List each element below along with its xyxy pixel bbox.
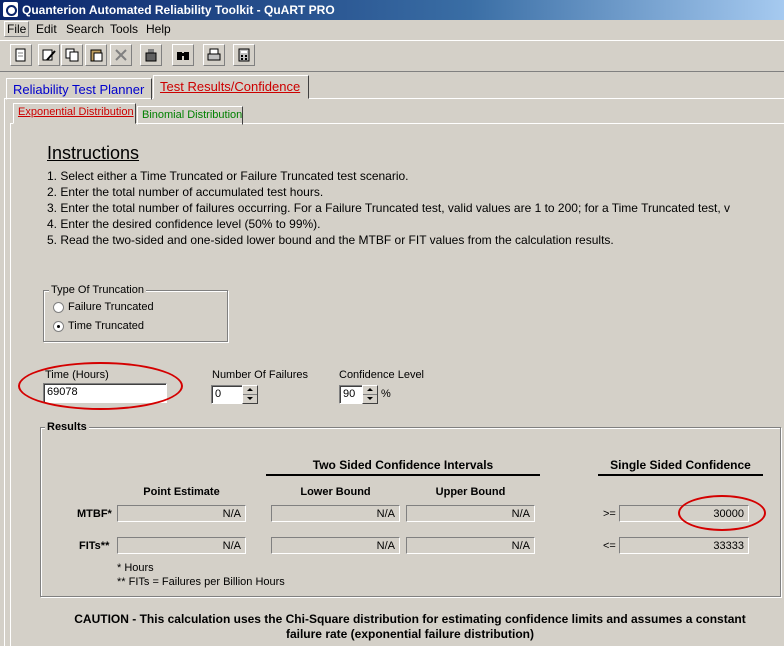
confidence-spinner[interactable] bbox=[362, 385, 378, 404]
title-bar: Quanterion Automated Reliability Toolkit… bbox=[0, 0, 784, 20]
failure-truncated-label[interactable]: Failure Truncated bbox=[68, 301, 154, 313]
radio-time-truncated[interactable] bbox=[53, 321, 64, 332]
app-icon[interactable] bbox=[3, 2, 18, 17]
spinner-down-icon[interactable] bbox=[363, 395, 377, 403]
copy-record-button[interactable] bbox=[61, 44, 83, 66]
truncation-group bbox=[43, 290, 228, 342]
caution-line-1: CAUTION - This calculation uses the Chi-… bbox=[74, 612, 746, 626]
point-estimate-header: Point Estimate bbox=[143, 486, 220, 498]
menu-bar: File Edit Search Tools Help bbox=[0, 20, 784, 38]
tab-exponential-distribution[interactable]: Exponential Distribution bbox=[13, 103, 136, 124]
calculator-icon bbox=[238, 48, 250, 62]
caution-text: CAUTION - This calculation uses the Chi-… bbox=[40, 612, 780, 642]
spinner-down-icon[interactable] bbox=[243, 395, 257, 403]
edit-record-icon bbox=[42, 49, 56, 61]
calculator-button[interactable] bbox=[233, 44, 255, 66]
fits-lower-bound: N/A bbox=[271, 537, 400, 554]
failures-spinner[interactable] bbox=[242, 385, 258, 404]
tab-binomial-distribution[interactable]: Binomial Distribution bbox=[137, 106, 243, 125]
find-button[interactable] bbox=[172, 44, 194, 66]
tab-reliability-test-planner[interactable]: Reliability Test Planner bbox=[6, 78, 152, 100]
single-sided-header: Single Sided Confidence bbox=[610, 458, 751, 472]
radio-failure-truncated[interactable] bbox=[53, 302, 64, 313]
caution-line-2: failure rate (exponential failure distri… bbox=[285, 627, 535, 641]
results-legend: Results bbox=[45, 421, 89, 433]
find-icon bbox=[177, 52, 189, 60]
menu-edit[interactable]: Edit bbox=[36, 22, 57, 36]
window-title: Quanterion Automated Reliability Toolkit… bbox=[22, 3, 335, 17]
save-button[interactable] bbox=[140, 44, 162, 66]
note-fits: ** FITs = Failures per Billion Hours bbox=[117, 576, 285, 588]
fits-upper-bound: N/A bbox=[406, 537, 535, 554]
lower-bound-header: Lower Bound bbox=[300, 486, 371, 498]
print-icon bbox=[207, 48, 221, 61]
highlight-oval-time bbox=[18, 362, 183, 410]
fits-operator: <= bbox=[603, 540, 616, 552]
edit-record-button[interactable] bbox=[38, 44, 60, 66]
spinner-up-icon[interactable] bbox=[363, 386, 377, 395]
fits-point-estimate: N/A bbox=[117, 537, 246, 554]
confidence-level-input[interactable]: 90 bbox=[339, 385, 363, 404]
copy-record-icon bbox=[65, 48, 79, 62]
two-sided-header: Two Sided Confidence Intervals bbox=[312, 458, 494, 472]
truncation-legend: Type Of Truncation bbox=[49, 284, 146, 296]
fits-single-sided: 33333 bbox=[619, 537, 749, 554]
menu-search[interactable]: Search bbox=[66, 22, 104, 36]
instruction-step: 2. Enter the total number of accumulated… bbox=[47, 185, 324, 199]
new-file-button[interactable] bbox=[10, 44, 32, 66]
print-button[interactable] bbox=[203, 44, 225, 66]
menu-file[interactable]: File bbox=[4, 21, 30, 37]
instruction-step: 1. Select either a Time Truncated or Fai… bbox=[47, 169, 409, 183]
instructions-list: 1. Select either a Time Truncated or Fai… bbox=[47, 168, 730, 248]
number-of-failures-input[interactable]: 0 bbox=[211, 385, 243, 404]
single-sided-underline bbox=[598, 474, 763, 476]
note-hours: * Hours bbox=[117, 562, 154, 574]
new-file-icon bbox=[15, 48, 26, 62]
mtbf-point-estimate: N/A bbox=[117, 505, 246, 522]
number-of-failures-label: Number Of Failures bbox=[212, 369, 308, 381]
paste-record-icon bbox=[90, 49, 103, 62]
menu-tools[interactable]: Tools bbox=[110, 22, 138, 36]
spinner-up-icon[interactable] bbox=[243, 386, 257, 395]
upper-bound-header: Upper Bound bbox=[435, 486, 506, 498]
mtbf-upper-bound: N/A bbox=[406, 505, 535, 522]
menu-help[interactable]: Help bbox=[146, 22, 171, 36]
instruction-step: 5. Read the two-sided and one-sided lowe… bbox=[47, 233, 614, 247]
mtbf-lower-bound: N/A bbox=[271, 505, 400, 522]
time-truncated-label[interactable]: Time Truncated bbox=[68, 320, 144, 332]
confidence-unit: % bbox=[381, 388, 391, 400]
delete-icon bbox=[115, 49, 127, 61]
instruction-step: 4. Enter the desired confidence level (5… bbox=[47, 217, 321, 231]
save-icon bbox=[145, 49, 157, 62]
delete-button[interactable] bbox=[110, 44, 132, 66]
paste-record-button[interactable] bbox=[85, 44, 107, 66]
toolbar bbox=[0, 40, 784, 72]
mtbf-label: MTBF* bbox=[77, 508, 112, 520]
tab-test-results-confidence[interactable]: Test Results/Confidence bbox=[153, 75, 309, 99]
confidence-level-label: Confidence Level bbox=[339, 369, 425, 381]
instruction-step: 3. Enter the total number of failures oc… bbox=[47, 201, 731, 215]
two-sided-underline bbox=[266, 474, 540, 476]
highlight-oval-mtbf bbox=[678, 495, 766, 531]
fits-label: FITs** bbox=[79, 540, 110, 552]
instructions-title: Instructions bbox=[47, 143, 140, 163]
mtbf-operator: >= bbox=[603, 508, 616, 520]
